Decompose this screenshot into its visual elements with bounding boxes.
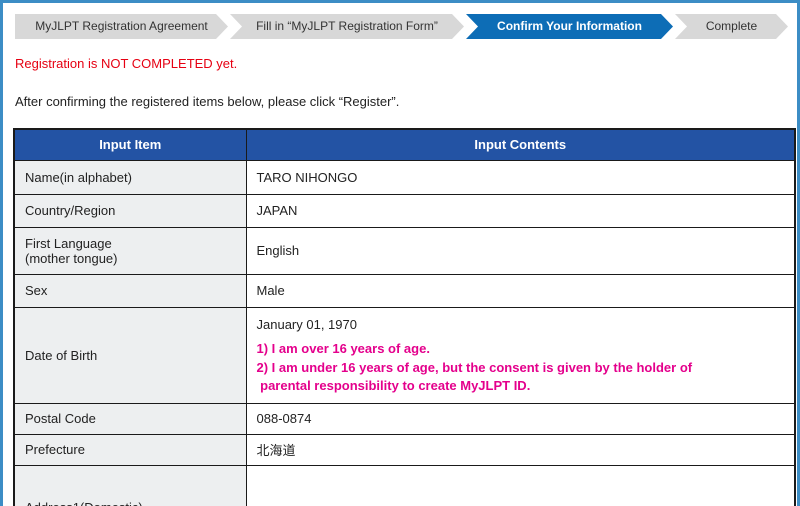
row-value-first-language: English xyxy=(246,227,795,274)
table-row-prefecture: Prefecture 北海道 xyxy=(14,434,795,465)
confirmation-table: Input Item Input Contents Name(in alphab… xyxy=(13,128,796,506)
instruction-text: After confirming the registered items be… xyxy=(15,94,788,109)
row-label-date-of-birth: Date of Birth xyxy=(14,307,246,403)
row-value-name: TARO NIHONGO xyxy=(246,160,795,194)
registration-confirm-page: MyJLPT Registration Agreement Fill in “M… xyxy=(0,0,800,506)
row-label-prefecture: Prefecture xyxy=(14,434,246,465)
row-label-postal-code: Postal Code xyxy=(14,403,246,434)
row-label-first-language: First Language (mother tongue) xyxy=(14,227,246,274)
row-value-prefecture: 北海道 xyxy=(246,434,795,465)
step-registration-agreement: MyJLPT Registration Agreement xyxy=(15,14,228,39)
row-value-country: JAPAN xyxy=(246,194,795,227)
table-header-row: Input Item Input Contents xyxy=(14,129,795,160)
row-label-country: Country/Region xyxy=(14,194,246,227)
progress-steps: MyJLPT Registration Agreement Fill in “M… xyxy=(15,14,788,39)
row-label-name: Name(in alphabet) xyxy=(14,160,246,194)
address1-label: Address1(Domestic) xyxy=(25,500,238,506)
age-consent-note: 1) I am over 16 years of age. 2) I am un… xyxy=(257,340,787,397)
step-complete: Complete xyxy=(675,14,788,39)
step-fill-in-form: Fill in “MyJLPT Registration Form” xyxy=(230,14,464,39)
table-row-name: Name(in alphabet) TARO NIHONGO xyxy=(14,160,795,194)
table-row-sex: Sex Male xyxy=(14,274,795,307)
date-of-birth-value: January 01, 1970 xyxy=(257,317,787,332)
row-value-sex: Male xyxy=(246,274,795,307)
column-header-input-item: Input Item xyxy=(14,129,246,160)
row-label-address1: Address1(Domestic) from district to stre… xyxy=(14,465,246,506)
table-row-postal-code: Postal Code 088-0874 xyxy=(14,403,795,434)
table-row-country: Country/Region JAPAN xyxy=(14,194,795,227)
table-row-date-of-birth: Date of Birth January 01, 1970 1) I am o… xyxy=(14,307,795,403)
table-row-address1: Address1(Domestic) from district to stre… xyxy=(14,465,795,506)
row-value-address1: 目黒区駒場4-5-29 xyxy=(246,465,795,506)
row-label-sex: Sex xyxy=(14,274,246,307)
table-row-first-language: First Language (mother tongue) English xyxy=(14,227,795,274)
warning-message: Registration is NOT COMPLETED yet. xyxy=(15,56,788,71)
row-value-date-of-birth: January 01, 1970 1) I am over 16 years o… xyxy=(246,307,795,403)
column-header-input-contents: Input Contents xyxy=(246,129,795,160)
step-confirm-information-active: Confirm Your Information xyxy=(466,14,673,39)
row-value-postal-code: 088-0874 xyxy=(246,403,795,434)
